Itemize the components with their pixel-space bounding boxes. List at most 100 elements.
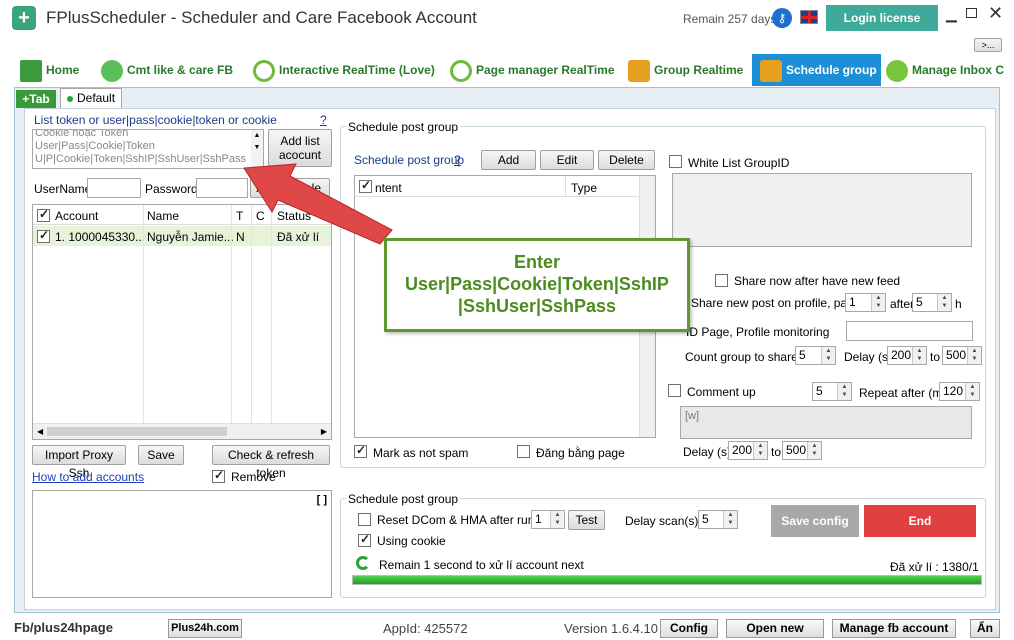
token-list-label: List token or user|pass|cookie|token or … <box>34 113 277 127</box>
window-title: FPlusScheduler - Scheduler and Care Face… <box>46 8 477 27</box>
end-button[interactable]: End <box>864 505 976 537</box>
maximize-icon[interactable] <box>966 8 977 18</box>
spinner-arrows-icon[interactable]: ▲ ▼ <box>821 347 835 364</box>
hide-button[interactable]: Ẩn <box>970 619 1000 638</box>
manage-fb-account-button[interactable]: Manage fb account <box>832 619 956 638</box>
close-icon[interactable]: ✕ <box>988 3 1003 24</box>
id-page-input[interactable] <box>846 321 973 341</box>
hours-label: h <box>955 297 962 311</box>
comment-textarea[interactable]: [w] <box>680 406 972 439</box>
after-spinner[interactable]: 5 ▲ ▼ <box>912 293 952 312</box>
app-logo-icon: + <box>12 6 36 30</box>
id-page-label: ID Page, Profile monitoring <box>686 325 830 339</box>
tab-home[interactable]: Home <box>20 58 79 86</box>
token-line: Cookie hoặc Token <box>35 129 129 139</box>
minimize-icon[interactable]: ▁ <box>946 6 957 23</box>
count-group-spinner[interactable]: 5 ▲ ▼ <box>795 346 836 365</box>
how-to-add-link[interactable]: How to add accounts <box>32 470 144 484</box>
repeat-spinner[interactable]: 120 ▲ ▼ <box>939 382 980 401</box>
delay-to-spinner[interactable]: 500 ▲ ▼ <box>942 346 982 365</box>
clock-icon <box>450 59 472 82</box>
schedule-help-link[interactable]: ? <box>454 153 461 167</box>
delay2-to-spinner[interactable]: 500 ▲ ▼ <box>782 441 822 460</box>
open-new-window-button[interactable]: Open new wind... <box>726 619 824 640</box>
callout-arrow <box>243 163 393 245</box>
save-config-button[interactable]: Save config <box>771 505 859 537</box>
schedule-delete-button[interactable]: Delete <box>598 150 655 170</box>
spinner-arrows-icon[interactable]: ▲ ▼ <box>723 511 737 528</box>
log-area[interactable]: [ ] <box>32 490 332 598</box>
title-bar: + FPlusScheduler - Scheduler and Care Fa… <box>0 0 1014 52</box>
key-icon[interactable]: ⚷ <box>772 8 792 28</box>
tab-default[interactable]: Default <box>60 88 122 108</box>
tab-group-realtime[interactable]: Group Realtime <box>628 58 743 86</box>
fb-page-label[interactable]: Fb/plus24hpage <box>14 620 113 635</box>
row-checkbox[interactable] <box>37 228 50 243</box>
whitelist-textarea[interactable] <box>672 173 972 247</box>
import-proxy-button[interactable]: Import Proxy Ssh <box>32 445 126 480</box>
mark-not-spam-checkbox[interactable] <box>354 443 367 458</box>
token-help-link[interactable]: ? <box>320 113 327 127</box>
check-refresh-token-button[interactable]: Check & refresh token <box>212 445 330 480</box>
processed-count: Đã xử lí : 1380/1 <box>890 560 979 574</box>
login-license-button[interactable]: Login license <box>826 5 938 31</box>
share-profile-spinner[interactable]: 1 ▲ ▼ <box>845 293 886 312</box>
mark-not-spam-label: Mark as not spam <box>373 446 469 460</box>
dang-bang-page-checkbox[interactable] <box>517 445 530 458</box>
bottom-group-title: Schedule post group <box>346 492 461 506</box>
config-button[interactable]: Config <box>660 619 718 638</box>
language-flag-icon[interactable] <box>800 10 818 24</box>
tab-cmt-like[interactable]: Cmt like & care FB <box>101 58 233 86</box>
comment-up-spinner[interactable]: 5 ▲ ▼ <box>812 382 852 401</box>
clock-icon <box>253 59 275 82</box>
spinner-arrows-icon[interactable]: ▲ ▼ <box>967 347 981 364</box>
share-now-checkbox[interactable] <box>715 274 728 287</box>
progress-bar <box>352 575 982 585</box>
delay-label: Delay (s) <box>844 350 893 364</box>
comment-up-checkbox[interactable] <box>668 384 681 397</box>
after-label: after <box>890 297 915 311</box>
delay-scan-label: Delay scan(s) <box>625 514 699 528</box>
reset-spinner[interactable]: 1 ▲ ▼ <box>531 510 565 529</box>
spinner-arrows-icon[interactable]: ▲ ▼ <box>807 442 821 459</box>
save-button[interactable]: Save <box>138 445 184 465</box>
spinner-arrows-icon[interactable]: ▲ ▼ <box>965 383 979 400</box>
tab-schedule-group[interactable]: Schedule group <box>752 54 881 86</box>
row-account: 1. 1000045330... <box>55 230 146 244</box>
to-label: to <box>930 350 941 364</box>
horizontal-scrollbar[interactable]: ◀ ▶ <box>33 423 331 439</box>
delay-scan-spinner[interactable]: 5 ▲ ▼ <box>698 510 738 529</box>
using-cookie-checkbox[interactable] <box>358 532 371 547</box>
token-line: U|P|Cookie|Token|SshIP|SshUser|SshPass <box>35 153 246 165</box>
status-dot-icon <box>67 95 73 102</box>
remove-checkbox[interactable] <box>212 468 225 483</box>
tab-page-manager[interactable]: Page manager RealTime <box>450 58 615 86</box>
select-all-checkbox[interactable] <box>37 207 50 222</box>
tab-manage-inbox[interactable]: Manage Inbox C <box>886 58 1004 86</box>
spinner-arrows-icon[interactable]: ▲ ▼ <box>753 442 767 459</box>
spinner-arrows-icon[interactable]: ▲ ▼ <box>912 347 926 364</box>
spinner-arrows-icon[interactable]: ▲ ▼ <box>871 294 885 311</box>
delay2-from-spinner[interactable]: 200 ▲ ▼ <box>728 441 768 460</box>
spinner-arrows-icon[interactable]: ▲ ▼ <box>550 511 564 528</box>
site-button[interactable]: Plus24h.com <box>168 619 242 638</box>
schedule-add-button[interactable]: Add <box>481 150 536 170</box>
schedule-edit-button[interactable]: Edit <box>540 150 594 170</box>
spinner-arrows-icon[interactable]: ▲ ▼ <box>937 294 951 311</box>
column-header: Name <box>147 209 180 223</box>
more-button[interactable]: >... <box>974 38 1002 52</box>
comment-up-label: Comment up <box>687 385 756 399</box>
spinner-arrows-icon[interactable]: ▲ ▼ <box>837 383 851 400</box>
share-now-label: Share now after have new feed <box>734 274 901 288</box>
reset-dcom-checkbox[interactable] <box>358 513 371 526</box>
tab-interactive-realtime[interactable]: Interactive RealTime (Love) <box>253 58 435 86</box>
log-toggle-button[interactable]: [ ] <box>317 494 327 506</box>
using-cookie-label: Using cookie <box>377 534 446 548</box>
delay-from-spinner[interactable]: 200 ▲ ▼ <box>887 346 927 365</box>
test-button[interactable]: Test <box>568 510 605 530</box>
username-input[interactable] <box>87 178 141 198</box>
whitelist-checkbox[interactable] <box>669 155 682 168</box>
add-tab-button[interactable]: +Tab <box>16 90 56 108</box>
callout-box: Enter User|Pass|Cookie|Token|SshIP |SshU… <box>384 238 690 332</box>
remain-days: Remain 257 days <box>683 12 777 26</box>
